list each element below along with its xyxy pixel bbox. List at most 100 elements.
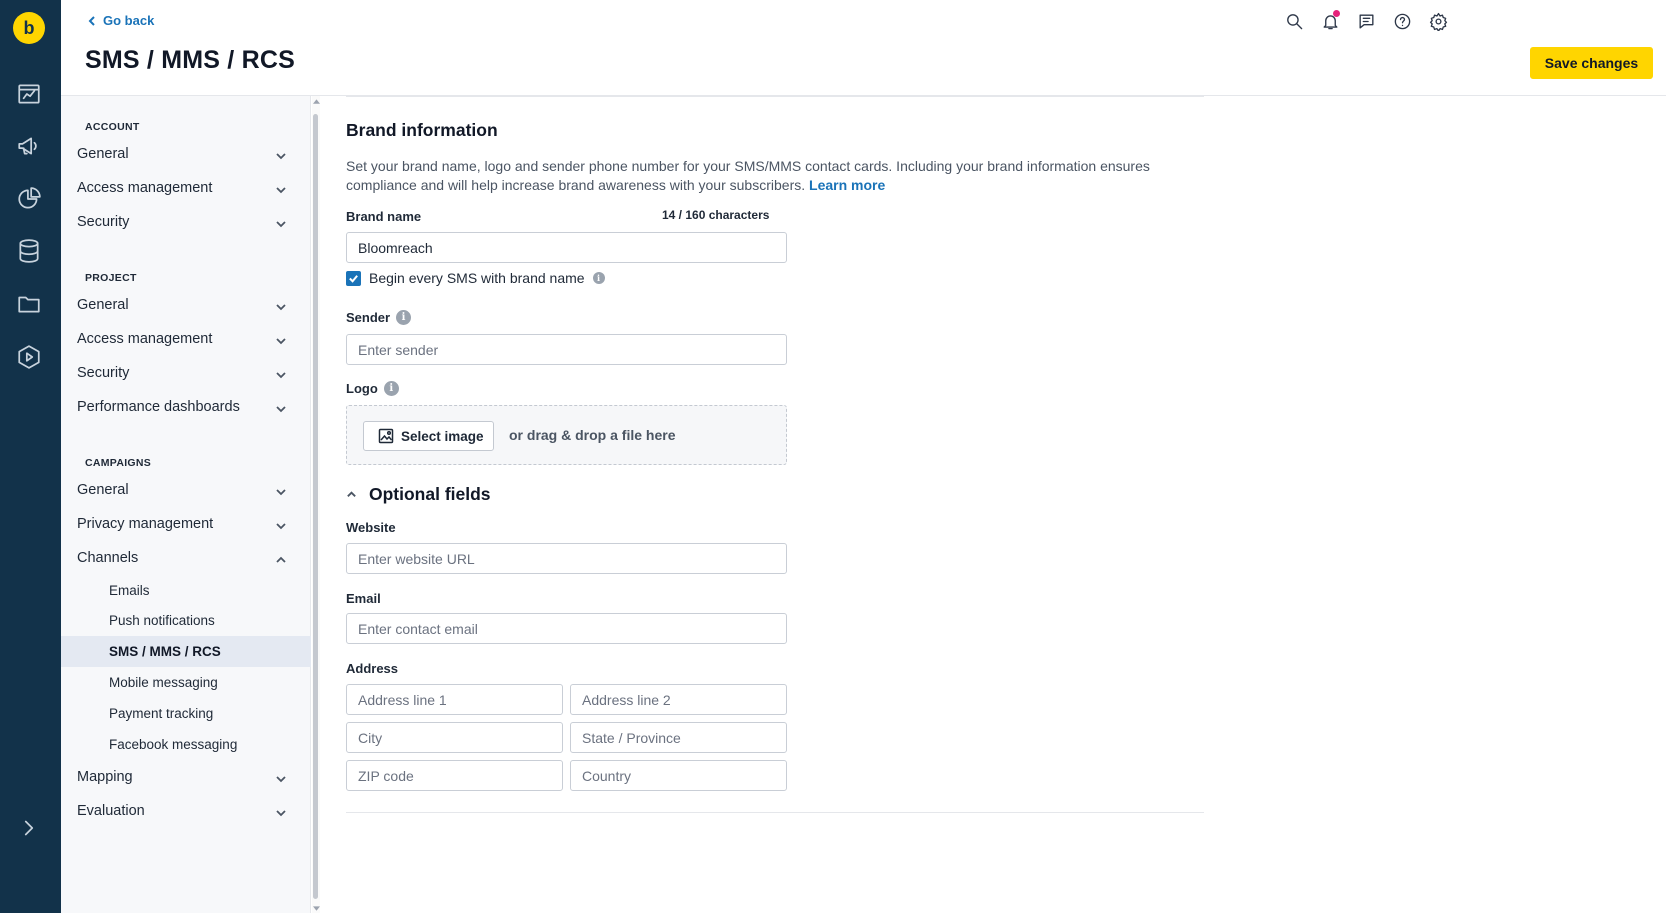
analytics-pie-icon[interactable] xyxy=(15,185,43,213)
info-icon[interactable]: i xyxy=(383,381,399,396)
chevron-down-icon xyxy=(276,183,286,194)
brand-name-input[interactable] xyxy=(346,232,787,263)
sidebar-item-label: Access management xyxy=(77,180,213,196)
website-label: Website xyxy=(346,520,396,535)
sidebar-item-label: Security xyxy=(77,365,130,381)
section-title-project: PROJECT xyxy=(85,272,137,284)
address-line2-input[interactable] xyxy=(570,684,787,715)
sidebar-item-mapping[interactable]: Mapping xyxy=(61,760,306,794)
country-input[interactable] xyxy=(570,760,787,791)
chevron-down-icon xyxy=(276,300,286,311)
sidebar-subitem-emails[interactable]: Emails xyxy=(61,575,311,606)
campaigns-megaphone-icon[interactable] xyxy=(15,132,43,160)
image-icon xyxy=(378,428,394,444)
assets-folder-icon[interactable] xyxy=(15,290,43,318)
sidebar-subitem-facebook-messaging[interactable]: Facebook messaging xyxy=(61,729,311,760)
optional-fields-title: Optional fields xyxy=(369,484,491,504)
data-database-icon[interactable] xyxy=(15,237,43,265)
email-input[interactable] xyxy=(346,613,787,644)
sidebar-item-account-general[interactable]: General xyxy=(61,137,306,171)
sidebar-item-label: General xyxy=(77,482,129,498)
sidebar-item-label: Security xyxy=(77,214,130,230)
chevron-down-icon xyxy=(276,485,286,496)
sidebar-item-account-access-management[interactable]: Access management xyxy=(61,171,306,205)
notification-dot xyxy=(1333,10,1340,17)
zip-code-input[interactable] xyxy=(346,760,563,791)
address-line1-input[interactable] xyxy=(346,684,563,715)
chevron-left-icon xyxy=(88,15,95,26)
search-icon[interactable] xyxy=(1283,10,1305,32)
settings-sidebar: ACCOUNT General Access management Securi… xyxy=(61,96,311,913)
bloomreach-logo[interactable]: b xyxy=(13,12,45,44)
save-changes-button[interactable]: Save changes xyxy=(1530,47,1653,79)
chevron-up-icon xyxy=(347,491,356,497)
sidebar-item-project-general[interactable]: General xyxy=(61,288,306,322)
chevron-up-icon xyxy=(276,553,286,563)
sidebar-item-campaigns-general[interactable]: General xyxy=(61,473,306,507)
sidebar-item-label: Privacy management xyxy=(77,516,214,532)
learn-more-link[interactable]: Learn more xyxy=(809,177,885,193)
sidebar-item-project-security[interactable]: Security xyxy=(61,356,306,390)
chevron-down-icon xyxy=(276,149,286,160)
character-counter: 14 / 160 characters xyxy=(662,208,770,222)
sidebar-item-channels[interactable]: Channels xyxy=(61,541,306,575)
help-icon[interactable] xyxy=(1391,10,1413,32)
scroll-down-arrow[interactable] xyxy=(312,904,320,912)
email-label: Email xyxy=(346,591,381,606)
sender-label-text: Sender xyxy=(346,310,391,325)
logo-dropzone[interactable]: Select image or drag & drop a file here xyxy=(346,405,787,465)
chevron-down-icon xyxy=(276,334,286,345)
player-icon[interactable] xyxy=(15,343,43,371)
brand-information-description: Set your brand name, logo and sender pho… xyxy=(346,157,1176,195)
begin-sms-with-brand-row: Begin every SMS with brand name i xyxy=(346,270,605,286)
sidebar-item-privacy-management[interactable]: Privacy management xyxy=(61,507,306,541)
sidebar-item-project-performance-dashboards[interactable]: Performance dashboards xyxy=(61,390,306,424)
sidebar-item-evaluation[interactable]: Evaluation xyxy=(61,794,306,828)
sidebar-subitem-mobile-messaging[interactable]: Mobile messaging xyxy=(61,667,311,698)
sidebar-subitem-push-notifications[interactable]: Push notifications xyxy=(61,605,311,636)
brand-information-title: Brand information xyxy=(346,120,498,140)
drop-hint: or drag & drop a file here xyxy=(509,427,676,443)
messages-icon[interactable] xyxy=(1355,10,1377,32)
sender-input[interactable] xyxy=(346,334,787,365)
info-icon[interactable]: i xyxy=(592,272,605,284)
dashboard-icon[interactable] xyxy=(15,80,43,108)
address-label: Address xyxy=(346,661,399,676)
chevron-down-icon xyxy=(276,402,286,413)
website-input[interactable] xyxy=(346,543,787,574)
info-icon[interactable]: i xyxy=(396,310,412,325)
sidebar-item-account-security[interactable]: Security xyxy=(61,205,306,239)
sidebar-item-label: Access management xyxy=(77,331,213,347)
optional-fields-toggle[interactable]: Optional fields xyxy=(346,484,491,505)
city-input[interactable] xyxy=(346,722,563,753)
app-rail: b xyxy=(0,0,61,913)
sidebar-item-label: General xyxy=(77,146,129,162)
scrollbar-thumb[interactable] xyxy=(313,114,318,899)
sidebar-scrollbar[interactable] xyxy=(312,96,320,913)
logo-label: Logo i xyxy=(346,381,399,396)
chevron-down-icon xyxy=(276,806,286,817)
expand-icon[interactable] xyxy=(15,814,43,842)
state-province-input[interactable] xyxy=(570,722,787,753)
brand-name-label: Brand name xyxy=(346,209,422,224)
sender-label: Sender i xyxy=(346,310,412,325)
settings-icon[interactable] xyxy=(1427,10,1449,32)
chevron-down-icon xyxy=(276,519,286,530)
page-title: SMS / MMS / RCS xyxy=(85,46,295,74)
notifications-icon[interactable] xyxy=(1319,10,1341,32)
section-divider xyxy=(346,96,1204,97)
begin-sms-with-brand-checkbox[interactable] xyxy=(346,270,361,286)
select-image-button[interactable]: Select image xyxy=(363,421,494,451)
checkbox-label: Begin every SMS with brand name xyxy=(369,270,585,286)
sidebar-item-label: Mapping xyxy=(77,769,133,785)
section-divider xyxy=(346,812,1204,813)
header-toolbar xyxy=(1283,10,1449,32)
sidebar-item-project-access-management[interactable]: Access management xyxy=(61,322,306,356)
scroll-up-arrow[interactable] xyxy=(312,97,320,105)
chevron-down-icon xyxy=(276,772,286,783)
go-back-link[interactable]: Go back xyxy=(87,13,154,28)
sidebar-subitem-sms-mms-rcs[interactable]: SMS / MMS / RCS xyxy=(61,636,311,667)
description-text: Set your brand name, logo and sender pho… xyxy=(346,158,1150,193)
sidebar-subitem-payment-tracking[interactable]: Payment tracking xyxy=(61,698,311,729)
sidebar-item-label: Channels xyxy=(77,550,139,566)
